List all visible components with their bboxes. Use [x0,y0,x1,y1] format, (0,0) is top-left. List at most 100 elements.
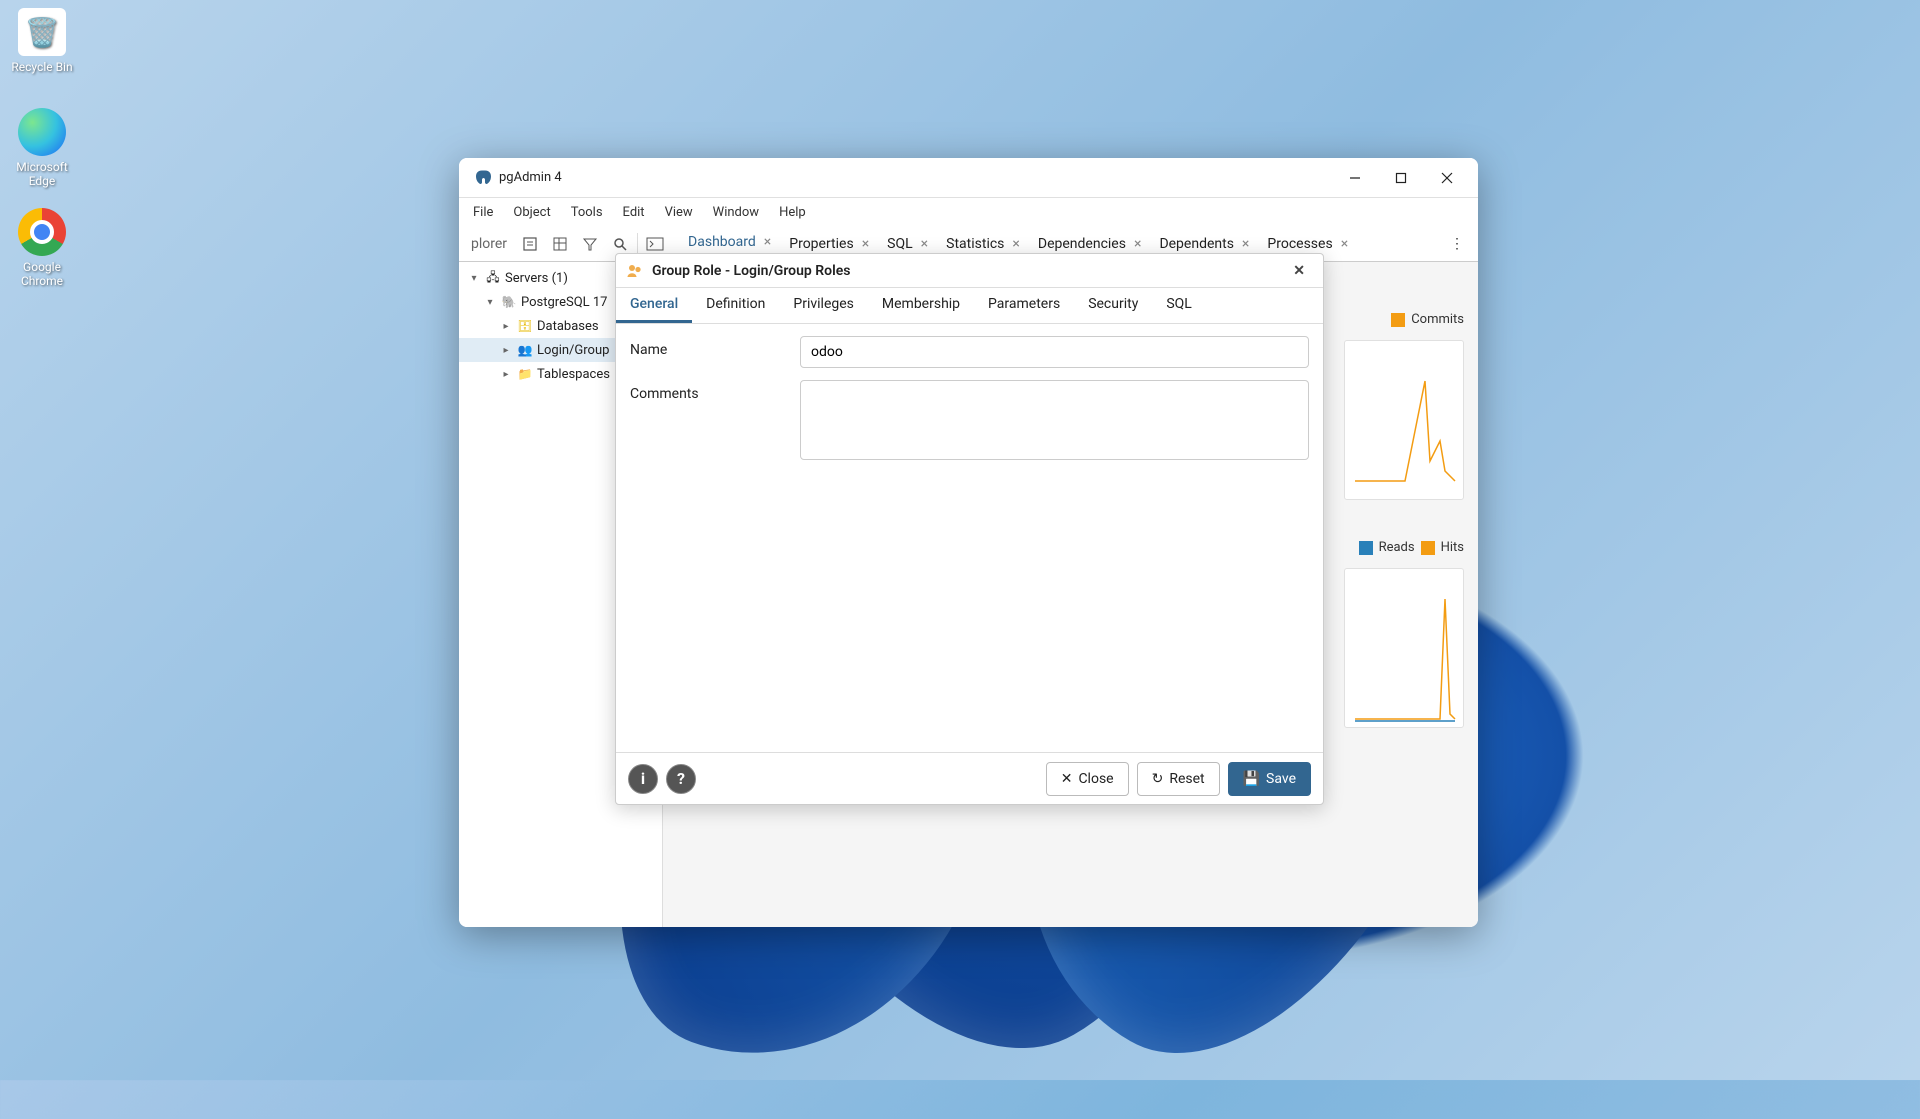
dialog-info-button[interactable]: i [628,764,658,794]
tab-label: Dashboard [688,234,756,250]
chart-line-icon [1345,569,1465,729]
tab-close-icon[interactable]: × [1339,236,1350,252]
desktop-icon-label: Recycle Bin [4,60,80,74]
tab-close-icon[interactable]: × [860,236,871,252]
dialog-help-button[interactable]: ? [666,764,696,794]
close-button[interactable]: ✕ Close [1046,762,1129,796]
minimize-icon [1349,172,1361,184]
tree-label: Databases [537,319,599,334]
window-maximize-button[interactable] [1378,162,1424,194]
tree-label: Tablespaces [537,367,610,382]
database-icon: 🗄 [517,318,533,334]
window-close-button[interactable] [1424,162,1470,194]
desktop-icon-edge[interactable]: Microsoft Edge [4,108,80,188]
dialog-tab-general[interactable]: General [616,288,692,323]
dialog-tab-privileges[interactable]: Privileges [779,288,868,323]
query-icon [522,236,538,252]
dialog-body: Name Comments [616,324,1323,752]
edge-icon [18,108,66,156]
maximize-icon [1395,172,1407,184]
dialog-tab-security[interactable]: Security [1074,288,1152,323]
group-role-icon [626,262,644,280]
form-row-name: Name [630,336,1309,368]
filter-rows-button[interactable] [575,229,605,259]
window-titlebar[interactable]: pgAdmin 4 [459,158,1478,198]
reset-button[interactable]: ↻ Reset [1137,762,1220,796]
tabs-overflow-button[interactable]: ⋮ [1440,236,1474,252]
view-data-button[interactable] [545,229,575,259]
name-input[interactable] [800,336,1309,368]
grid-icon [552,236,568,252]
legend-commits: Commits [1391,312,1464,327]
query-tool-button[interactable] [515,229,545,259]
legend-swatch-hits [1421,541,1435,555]
chart-line-icon [1345,341,1465,501]
legend-swatch-commits [1391,313,1405,327]
desktop-icon-recycle-bin[interactable]: 🗑️ Recycle Bin [4,8,80,74]
button-label: Close [1078,771,1113,787]
menu-help[interactable]: Help [769,201,816,224]
info-icon: i [641,769,645,788]
legend-reads-hits: Reads Hits [1359,540,1464,555]
window-title: pgAdmin 4 [499,170,1332,185]
menu-object[interactable]: Object [503,201,560,224]
dialog-titlebar[interactable]: Group Role - Login/Group Roles ✕ [616,254,1323,288]
button-label: Reset [1169,771,1204,787]
tab-label: Properties [789,236,853,252]
servers-icon: 🖧 [485,270,501,286]
tablespace-icon: 📁 [517,366,533,382]
tree-label: PostgreSQL 17 [521,295,607,310]
menu-tools[interactable]: Tools [561,201,613,224]
pgadmin-icon [473,169,491,187]
chevron-down-icon[interactable]: ▾ [467,273,481,284]
tab-label: Statistics [946,236,1004,252]
tab-close-icon[interactable]: × [1132,236,1143,252]
chevron-right-icon[interactable]: ▸ [499,369,513,380]
legend-label: Commits [1411,312,1464,327]
tab-label: Dependencies [1038,236,1126,252]
elephant-icon: 🐘 [501,294,517,310]
dialog-tabs: General Definition Privileges Membership… [616,288,1323,324]
menu-view[interactable]: View [655,201,703,224]
explorer-panel-label: plorer [463,236,515,252]
dialog-tab-parameters[interactable]: Parameters [974,288,1074,323]
terminal-icon [646,236,664,252]
chart-reads-hits [1344,568,1464,728]
menu-window[interactable]: Window [703,201,769,224]
chevron-right-icon[interactable]: ▸ [499,345,513,356]
name-label: Name [630,336,800,358]
tab-close-icon[interactable]: × [1010,236,1021,252]
comments-textarea[interactable] [800,380,1309,460]
close-icon [1441,172,1453,184]
roles-icon: 👥 [517,342,533,358]
window-minimize-button[interactable] [1332,162,1378,194]
dialog-tab-sql[interactable]: SQL [1152,288,1205,323]
dialog-tab-membership[interactable]: Membership [868,288,974,323]
tab-close-icon[interactable]: × [762,234,773,250]
menu-edit[interactable]: Edit [613,201,655,224]
chevron-down-icon[interactable]: ▾ [483,297,497,308]
dialog-tab-definition[interactable]: Definition [692,288,779,323]
search-icon [612,236,628,252]
tab-label: Dependents [1159,236,1233,252]
menu-bar: File Object Tools Edit View Window Help [459,198,1478,226]
desktop-icon-chrome[interactable]: Google Chrome [4,208,80,288]
tab-close-icon[interactable]: × [1240,236,1251,252]
chart-commits [1344,340,1464,500]
dialog-close-button[interactable]: ✕ [1285,259,1313,283]
legend-swatch-reads [1359,541,1373,555]
save-icon: 💾 [1243,771,1260,787]
tab-close-icon[interactable]: × [919,236,930,252]
tree-label: Servers (1) [505,271,568,286]
chevron-right-icon[interactable]: ▸ [499,321,513,332]
filter-icon [582,236,598,252]
menu-file[interactable]: File [463,201,503,224]
desktop-icon-label: Microsoft Edge [4,160,80,188]
save-button[interactable]: 💾 Save [1228,762,1311,796]
reset-icon: ↻ [1152,771,1164,787]
dialog-footer: i ? ✕ Close ↻ Reset 💾 Save [616,752,1323,804]
tab-label: Processes [1267,236,1332,252]
desktop-icon-label: Google Chrome [4,260,80,288]
comments-label: Comments [630,380,800,402]
form-row-comments: Comments [630,380,1309,464]
